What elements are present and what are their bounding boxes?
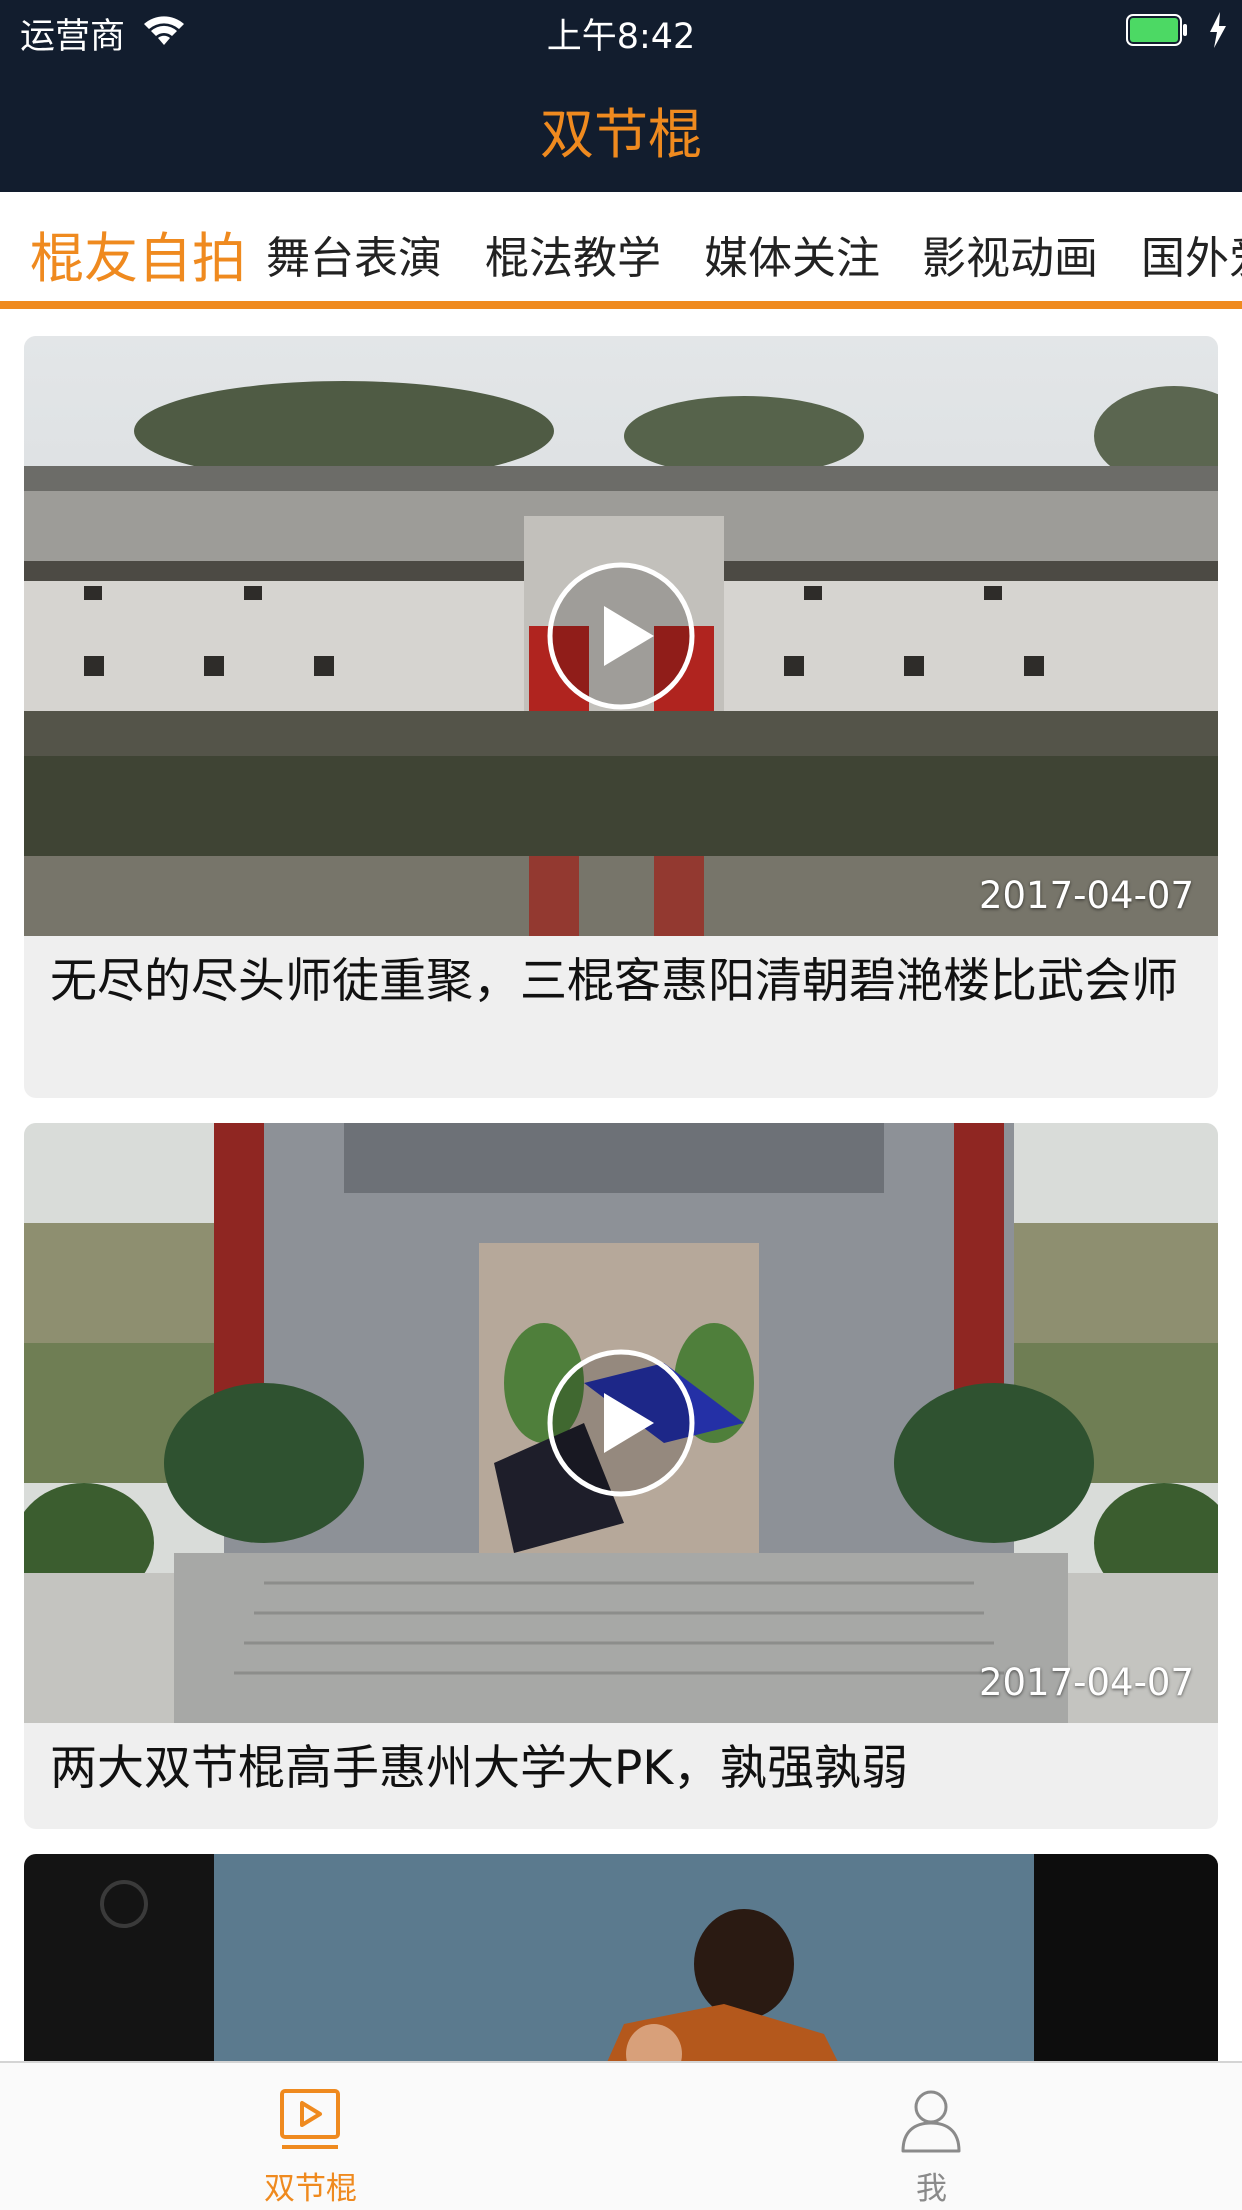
video-thumbnail[interactable]: 2017-04-07 [24, 336, 1218, 936]
video-card[interactable]: 2017-04-07 无尽的尽头师徒重聚，三棍客惠阳清朝碧滟楼比武会师 [24, 336, 1218, 1098]
tab-overseas[interactable]: 国外爱 [1141, 222, 1242, 286]
charging-bolt-icon [1210, 12, 1226, 48]
video-card[interactable]: 2017-04-07 两大双节棍高手惠州大学大PK，孰强孰弱 [24, 1123, 1218, 1829]
battery-icon [1126, 14, 1187, 46]
category-tabs[interactable]: 棍友自拍 舞台表演 棍法教学 媒体关注 影视动画 国外爱 [0, 192, 1242, 302]
tabbar-label: 双节棍 [264, 2171, 357, 2207]
tab-selfie[interactable]: 棍友自拍 [30, 214, 246, 293]
play-icon[interactable] [546, 561, 696, 711]
tab-technique-teaching[interactable]: 棍法教学 [485, 222, 661, 286]
video-play-icon [280, 2089, 340, 2149]
video-thumbnail[interactable]: 2017-04-07 [24, 1123, 1218, 1723]
status-bar: 运营商 上午8:42 [0, 0, 1242, 62]
thumbnail-image [24, 1854, 1218, 2061]
clock: 上午8:42 [546, 17, 696, 57]
tab-stage-performance[interactable]: 舞台表演 [266, 222, 442, 286]
navigation-bar: 双节棍 [0, 62, 1242, 192]
user-icon [901, 2090, 961, 2153]
video-date: 2017-04-07 [978, 874, 1194, 917]
page-title: 双节棍 [540, 103, 702, 166]
tab-indicator [0, 301, 1242, 309]
tabbar-item-nunchaku[interactable]: 双节棍 [0, 2063, 621, 2210]
video-thumbnail[interactable] [24, 1854, 1218, 2061]
video-card[interactable] [24, 1854, 1218, 2061]
tabbar-item-me[interactable]: 我 [621, 2063, 1242, 2210]
play-icon[interactable] [546, 1348, 696, 1498]
bottom-tab-bar: 双节棍 我 [0, 2061, 1242, 2210]
video-title[interactable]: 无尽的尽头师徒重聚，三棍客惠阳清朝碧滟楼比武会师 [50, 954, 1192, 1010]
tab-film-animation[interactable]: 影视动画 [922, 222, 1098, 286]
tab-media-attention[interactable]: 媒体关注 [704, 222, 880, 286]
video-feed[interactable]: 2017-04-07 无尽的尽头师徒重聚，三棍客惠阳清朝碧滟楼比武会师 2017… [0, 309, 1242, 2061]
video-date: 2017-04-07 [978, 1661, 1194, 1704]
video-title[interactable]: 两大双节棍高手惠州大学大PK，孰强孰弱 [50, 1741, 1192, 1797]
tabbar-label: 我 [916, 2171, 947, 2207]
